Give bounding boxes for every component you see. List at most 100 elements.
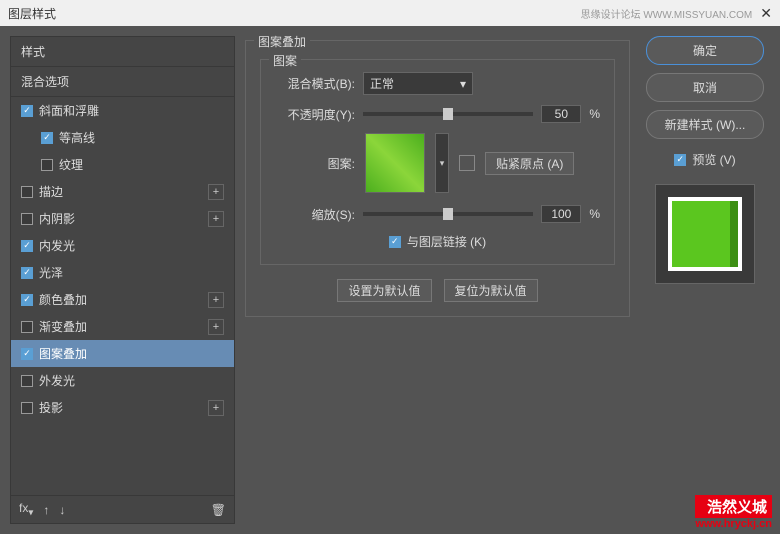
sidebar-header: 样式 bbox=[11, 37, 234, 66]
style-checkbox[interactable] bbox=[21, 294, 33, 306]
blend-mode-label: 混合模式(B): bbox=[275, 75, 355, 92]
style-checkbox[interactable] bbox=[21, 321, 33, 333]
style-label: 纹理 bbox=[59, 156, 83, 173]
style-item-11[interactable]: 投影 + bbox=[11, 394, 234, 421]
styles-sidebar: 样式 混合选项 斜面和浮雕等高线纹理描边 + 内阴影 + 内发光光泽颜色叠加 + 渐变叠加 +… bbox=[10, 36, 235, 524]
style-label: 图案叠加 bbox=[39, 345, 87, 362]
style-label: 光泽 bbox=[39, 264, 63, 281]
pattern-label: 图案: bbox=[275, 155, 355, 172]
style-label: 投影 bbox=[39, 399, 63, 416]
cancel-button[interactable]: 取消 bbox=[646, 73, 764, 102]
percent-unit: % bbox=[589, 107, 600, 121]
style-label: 内阴影 bbox=[39, 210, 75, 227]
titlebar: 图层样式 思缘设计论坛 WWW.MISSYUAN.COM ✕ bbox=[0, 0, 780, 26]
add-effect-icon[interactable]: + bbox=[208, 211, 224, 227]
reset-default-button[interactable]: 复位为默认值 bbox=[444, 279, 538, 302]
dialog-body: 样式 混合选项 斜面和浮雕等高线纹理描边 + 内阴影 + 内发光光泽颜色叠加 + 渐变叠加 +… bbox=[0, 26, 780, 534]
ok-button[interactable]: 确定 bbox=[646, 36, 764, 65]
style-item-3[interactable]: 描边 + bbox=[11, 178, 234, 205]
preview-label: 预览 (V) bbox=[692, 151, 735, 168]
style-label: 渐变叠加 bbox=[39, 318, 87, 335]
style-checkbox[interactable] bbox=[21, 240, 33, 252]
style-label: 斜面和浮雕 bbox=[39, 102, 99, 119]
pattern-overlay-fieldset: 图案叠加 图案 混合模式(B): 正常▾ 不透明度(Y): 50 bbox=[245, 40, 630, 317]
pattern-dropdown-icon[interactable]: ▾ bbox=[435, 133, 449, 193]
style-label: 颜色叠加 bbox=[39, 291, 87, 308]
titlebar-right: 思缘设计论坛 WWW.MISSYUAN.COM ✕ bbox=[581, 5, 772, 22]
style-checkbox[interactable] bbox=[21, 348, 33, 360]
new-pattern-icon[interactable] bbox=[459, 155, 475, 171]
logo-url: www.hryckj.cn bbox=[695, 518, 772, 530]
style-item-7[interactable]: 颜色叠加 + bbox=[11, 286, 234, 313]
arrow-up-icon[interactable]: ↑ bbox=[43, 503, 49, 517]
trash-icon[interactable]: 🗑 bbox=[211, 503, 226, 517]
style-label: 等高线 bbox=[59, 129, 95, 146]
new-style-button[interactable]: 新建样式 (W)... bbox=[646, 110, 764, 139]
blend-mode-select[interactable]: 正常▾ bbox=[363, 72, 473, 95]
blending-options[interactable]: 混合选项 bbox=[11, 66, 234, 97]
blend-mode-row: 混合模式(B): 正常▾ bbox=[275, 72, 600, 95]
style-list: 斜面和浮雕等高线纹理描边 + 内阴影 + 内发光光泽颜色叠加 + 渐变叠加 + 图案叠加外发光投… bbox=[11, 97, 234, 495]
default-buttons-row: 设置为默认值 复位为默认值 bbox=[260, 279, 615, 302]
style-checkbox[interactable] bbox=[21, 267, 33, 279]
style-checkbox[interactable] bbox=[21, 402, 33, 414]
group-title: 图案 bbox=[269, 52, 301, 69]
snap-origin-button[interactable]: 贴紧原点 (A) bbox=[485, 152, 574, 175]
link-checkbox[interactable] bbox=[389, 236, 401, 248]
scale-input[interactable]: 100 bbox=[541, 205, 581, 223]
chevron-down-icon: ▾ bbox=[460, 77, 466, 91]
layer-style-dialog: 图层样式 思缘设计论坛 WWW.MISSYUAN.COM ✕ 样式 混合选项 斜… bbox=[0, 0, 780, 534]
scale-slider[interactable] bbox=[363, 212, 533, 216]
style-item-2[interactable]: 纹理 bbox=[11, 151, 234, 178]
style-checkbox[interactable] bbox=[21, 186, 33, 198]
right-column: 确定 取消 新建样式 (W)... 预览 (V) bbox=[640, 36, 770, 524]
add-effect-icon[interactable]: + bbox=[208, 319, 224, 335]
preview-checkbox[interactable] bbox=[674, 154, 686, 166]
add-effect-icon[interactable]: + bbox=[208, 184, 224, 200]
dialog-title: 图层样式 bbox=[8, 5, 56, 22]
scale-row: 缩放(S): 100 % bbox=[275, 205, 600, 223]
style-item-8[interactable]: 渐变叠加 + bbox=[11, 313, 234, 340]
logo-text: 浩然义城 bbox=[695, 495, 772, 518]
style-item-9[interactable]: 图案叠加 bbox=[11, 340, 234, 367]
opacity-label: 不透明度(Y): bbox=[275, 106, 355, 123]
pattern-group: 图案 混合模式(B): 正常▾ 不透明度(Y): 50 % bbox=[260, 59, 615, 265]
opacity-slider[interactable] bbox=[363, 112, 533, 116]
opacity-row: 不透明度(Y): 50 % bbox=[275, 105, 600, 123]
preview-swatch bbox=[668, 197, 742, 271]
panel-title: 图案叠加 bbox=[254, 33, 310, 50]
style-checkbox[interactable] bbox=[21, 375, 33, 387]
settings-panel: 图案叠加 图案 混合模式(B): 正常▾ 不透明度(Y): 50 bbox=[245, 36, 630, 524]
style-checkbox[interactable] bbox=[21, 213, 33, 225]
style-checkbox[interactable] bbox=[41, 132, 53, 144]
style-label: 描边 bbox=[39, 183, 63, 200]
make-default-button[interactable]: 设置为默认值 bbox=[337, 279, 431, 302]
pattern-swatch[interactable] bbox=[365, 133, 425, 193]
style-item-4[interactable]: 内阴影 + bbox=[11, 205, 234, 232]
style-item-10[interactable]: 外发光 bbox=[11, 367, 234, 394]
style-label: 内发光 bbox=[39, 237, 75, 254]
site-logo: 浩然义城 www.hryckj.cn bbox=[695, 495, 772, 530]
style-item-1[interactable]: 等高线 bbox=[11, 124, 234, 151]
preview-toggle[interactable]: 预览 (V) bbox=[674, 151, 735, 168]
sidebar-footer: fx▾ ↑ ↓ 🗑 bbox=[11, 495, 234, 523]
add-effect-icon[interactable]: + bbox=[208, 292, 224, 308]
add-effect-icon[interactable]: + bbox=[208, 400, 224, 416]
arrow-down-icon[interactable]: ↓ bbox=[59, 503, 65, 517]
close-icon[interactable]: ✕ bbox=[760, 5, 772, 22]
style-item-0[interactable]: 斜面和浮雕 bbox=[11, 97, 234, 124]
watermark-text: 思缘设计论坛 WWW.MISSYUAN.COM bbox=[581, 6, 753, 21]
pattern-row: 图案: ▾ 贴紧原点 (A) bbox=[275, 133, 600, 193]
preview-box bbox=[655, 184, 755, 284]
link-with-layer-row: 与图层链接 (K) bbox=[275, 233, 600, 250]
fx-menu[interactable]: fx▾ bbox=[19, 501, 33, 518]
link-label: 与图层链接 (K) bbox=[407, 233, 486, 250]
style-item-6[interactable]: 光泽 bbox=[11, 259, 234, 286]
scale-label: 缩放(S): bbox=[275, 206, 355, 223]
percent-unit-2: % bbox=[589, 207, 600, 221]
style-item-5[interactable]: 内发光 bbox=[11, 232, 234, 259]
opacity-input[interactable]: 50 bbox=[541, 105, 581, 123]
style-checkbox[interactable] bbox=[41, 159, 53, 171]
style-label: 外发光 bbox=[39, 372, 75, 389]
style-checkbox[interactable] bbox=[21, 105, 33, 117]
